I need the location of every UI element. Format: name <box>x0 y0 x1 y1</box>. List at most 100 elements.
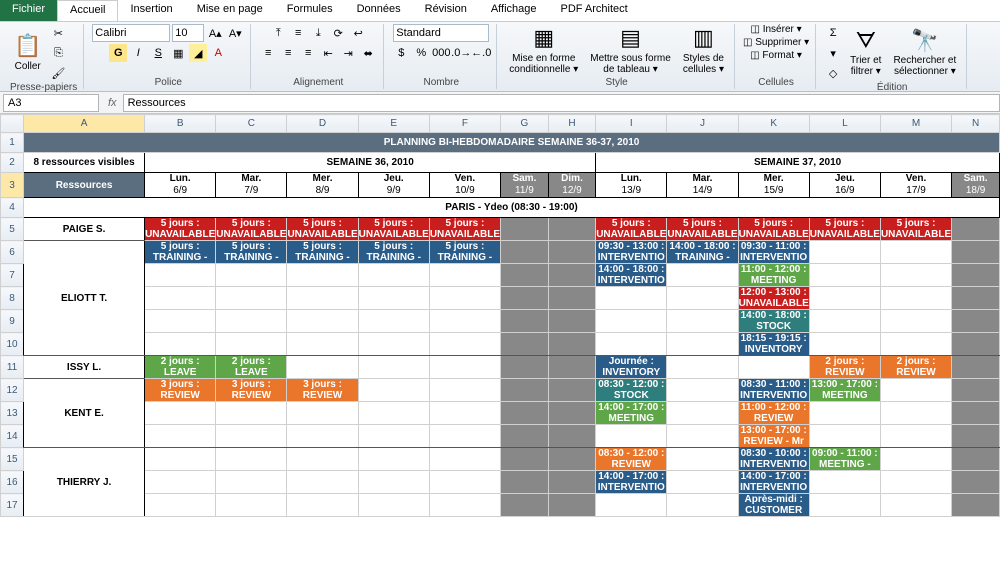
event-cell[interactable]: 2 jours : REVIEW <box>880 356 951 379</box>
event-cell[interactable]: 5 jours : UNAVAILABLE <box>216 218 287 241</box>
row-header[interactable]: 10 <box>1 333 24 356</box>
clear-button[interactable]: ◇ <box>824 64 842 82</box>
event-cell[interactable]: 5 jours : TRAINING - <box>429 241 500 264</box>
align-bottom-button[interactable]: ⤓ <box>309 24 327 42</box>
event-cell[interactable]: 09:30 - 13:00 : INTERVENTIO <box>596 241 667 264</box>
increase-font-button[interactable]: A▴ <box>206 24 224 42</box>
col-header[interactable]: N <box>952 115 1000 133</box>
event-cell[interactable]: 5 jours : UNAVAILABLE <box>596 218 667 241</box>
cell-styles-button[interactable]: ▥Styles de cellules ▾ <box>679 24 728 76</box>
row-header[interactable]: 14 <box>1 425 24 448</box>
col-header[interactable]: J <box>667 115 738 133</box>
border-button[interactable]: ▦ <box>169 44 187 62</box>
col-header[interactable]: B <box>145 115 216 133</box>
event-cell[interactable]: 08:30 - 12:00 : REVIEW <box>596 448 667 471</box>
col-header[interactable]: I <box>596 115 667 133</box>
event-cell[interactable]: 5 jours : TRAINING - <box>145 241 216 264</box>
align-middle-button[interactable]: ≡ <box>289 24 307 42</box>
row-header[interactable]: 17 <box>1 494 24 517</box>
event-cell[interactable]: 14:00 - 18:00 : STOCK <box>738 310 809 333</box>
col-header[interactable]: K <box>738 115 809 133</box>
tab-layout[interactable]: Mise en page <box>185 0 275 21</box>
row-header[interactable]: 1 <box>1 133 24 153</box>
bold-button[interactable]: G <box>109 44 127 62</box>
col-header[interactable]: D <box>287 115 358 133</box>
event-cell[interactable]: 14:00 - 17:00 : MEETING <box>596 402 667 425</box>
row-header[interactable]: 4 <box>1 198 24 218</box>
row-header[interactable]: 12 <box>1 379 24 402</box>
event-cell[interactable]: 18:15 - 19:15 : INVENTORY <box>738 333 809 356</box>
row-header[interactable]: 3 <box>1 173 24 198</box>
event-cell[interactable]: 14:00 - 17:00 : INTERVENTIO <box>738 471 809 494</box>
italic-button[interactable]: I <box>129 44 147 62</box>
formula-input[interactable] <box>123 94 1000 112</box>
tab-file[interactable]: Fichier <box>0 0 57 21</box>
cut-button[interactable]: ✂ <box>49 24 67 42</box>
number-format-combo[interactable] <box>393 24 489 42</box>
row-header[interactable]: 8 <box>1 287 24 310</box>
event-cell[interactable]: 5 jours : UNAVAILABLE <box>880 218 951 241</box>
event-cell[interactable]: 14:00 - 18:00 : INTERVENTIO <box>596 264 667 287</box>
percent-button[interactable]: % <box>412 44 430 62</box>
event-cell[interactable]: 11:00 - 12:00 : MEETING <box>738 264 809 287</box>
row-header[interactable]: 7 <box>1 264 24 287</box>
merge-button[interactable]: ⬌ <box>359 44 377 62</box>
find-select-button[interactable]: 🔭Rechercher et sélectionner ▾ <box>889 27 960 79</box>
row-header[interactable]: 6 <box>1 241 24 264</box>
event-cell[interactable]: 5 jours : TRAINING - <box>358 241 429 264</box>
event-cell[interactable]: 08:30 - 12:00 : STOCK <box>596 379 667 402</box>
event-cell[interactable]: 2 jours : LEAVE <box>145 356 216 379</box>
col-header[interactable]: H <box>548 115 595 133</box>
comma-button[interactable]: 000 <box>432 44 450 62</box>
indent-dec-button[interactable]: ⇤ <box>319 44 337 62</box>
event-cell[interactable]: 09:30 - 11:00 : INTERVENTIO <box>738 241 809 264</box>
align-center-button[interactable]: ≡ <box>279 44 297 62</box>
col-header[interactable]: E <box>358 115 429 133</box>
conditional-format-button[interactable]: ▦Mise en forme conditionnelle ▾ <box>505 24 582 76</box>
row-header[interactable]: 9 <box>1 310 24 333</box>
currency-button[interactable]: $ <box>392 44 410 62</box>
row-header[interactable]: 11 <box>1 356 24 379</box>
dec-decimal-button[interactable]: ←.0 <box>472 44 490 62</box>
col-header[interactable]: A <box>24 115 145 133</box>
event-cell[interactable]: 5 jours : UNAVAILABLE <box>809 218 880 241</box>
row-header[interactable]: 2 <box>1 153 24 173</box>
format-painter-button[interactable]: 🖌 <box>49 64 67 82</box>
event-cell[interactable]: 08:30 - 10:00 : INTERVENTIO <box>738 448 809 471</box>
align-left-button[interactable]: ≡ <box>259 44 277 62</box>
row-header[interactable]: 15 <box>1 448 24 471</box>
event-cell[interactable]: 3 jours : REVIEW <box>145 379 216 402</box>
decrease-font-button[interactable]: A▾ <box>226 24 244 42</box>
wrap-text-button[interactable]: ↩ <box>349 24 367 42</box>
format-table-button[interactable]: ▤Mettre sous forme de tableau ▾ <box>586 24 675 76</box>
col-header[interactable]: F <box>429 115 500 133</box>
fx-icon[interactable]: fx <box>102 97 123 109</box>
insert-cells-button[interactable]: ◫ Insérer ▾ <box>750 24 801 35</box>
event-cell[interactable]: 11:00 - 12:00 : REVIEW <box>738 402 809 425</box>
event-cell[interactable]: 2 jours : REVIEW <box>809 356 880 379</box>
format-cells-button[interactable]: ◫ Format ▾ <box>750 50 802 61</box>
tab-home[interactable]: Accueil <box>57 0 118 21</box>
sort-filter-button[interactable]: ᗊTrier et filtrer ▾ <box>846 27 885 79</box>
event-cell[interactable]: 5 jours : TRAINING - <box>287 241 358 264</box>
delete-cells-button[interactable]: ◫ Supprimer ▾ <box>743 37 809 48</box>
event-cell[interactable]: 5 jours : UNAVAILABLE <box>429 218 500 241</box>
tab-formulas[interactable]: Formules <box>275 0 345 21</box>
align-top-button[interactable]: ⤒ <box>269 24 287 42</box>
col-header[interactable]: M <box>880 115 951 133</box>
paste-button[interactable]: 📋Coller <box>10 32 45 73</box>
event-cell[interactable]: 14:00 - 18:00 : TRAINING - <box>667 241 738 264</box>
event-cell[interactable]: 13:00 - 17:00 : MEETING <box>809 379 880 402</box>
event-cell[interactable]: 3 jours : REVIEW <box>216 379 287 402</box>
event-cell[interactable]: 5 jours : UNAVAILABLE <box>358 218 429 241</box>
row-header[interactable]: 16 <box>1 471 24 494</box>
font-name-combo[interactable] <box>92 24 170 42</box>
font-size-combo[interactable] <box>172 24 204 42</box>
event-cell[interactable]: 5 jours : UNAVAILABLE <box>287 218 358 241</box>
col-header[interactable]: L <box>809 115 880 133</box>
indent-inc-button[interactable]: ⇥ <box>339 44 357 62</box>
event-cell[interactable]: Après-midi : CUSTOMER <box>738 494 809 517</box>
fill-button[interactable]: ▾ <box>824 44 842 62</box>
orientation-button[interactable]: ⟳ <box>329 24 347 42</box>
event-cell[interactable]: 5 jours : UNAVAILABLE <box>738 218 809 241</box>
